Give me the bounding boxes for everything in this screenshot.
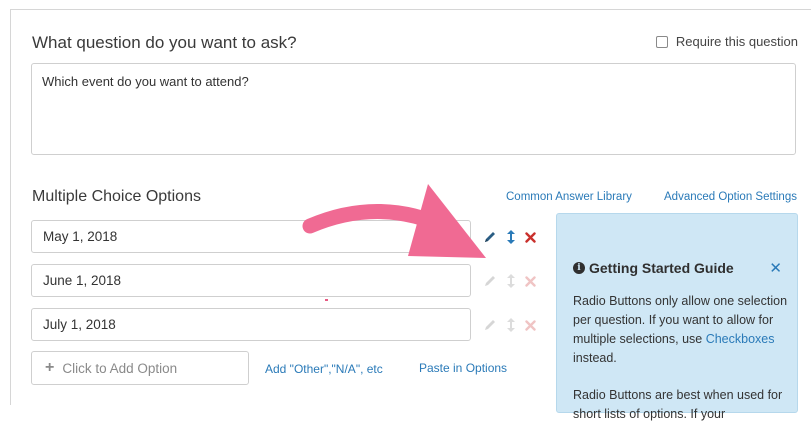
require-checkbox[interactable] — [655, 35, 668, 48]
reorder-icon[interactable] — [506, 273, 516, 289]
reorder-icon[interactable] — [506, 317, 516, 333]
pencil-icon[interactable] — [483, 274, 497, 288]
option-actions-1 — [483, 229, 545, 245]
question-textarea[interactable]: Which event do you want to attend? — [31, 63, 796, 155]
delete-icon[interactable] — [525, 319, 536, 331]
guide-body: Radio Buttons only allow one selection p… — [573, 292, 788, 442]
add-option-button[interactable]: + Click to Add Option — [31, 351, 249, 385]
paste-options-link[interactable]: Paste in Options — [419, 361, 507, 375]
add-option-label: Click to Add Option — [62, 360, 178, 376]
annotation-dot — [325, 299, 328, 301]
guide-paragraph-2: Radio Buttons are best when used for sho… — [573, 388, 783, 421]
require-question-toggle[interactable]: Require this question — [655, 34, 798, 49]
option-input-3[interactable]: July 1, 2018 — [31, 308, 471, 341]
add-other-link[interactable]: Add "Other","N/A", etc — [265, 362, 383, 376]
guide-text: instead. — [573, 351, 617, 365]
guide-paragraph-1: Radio Buttons only allow one selection p… — [573, 292, 788, 368]
options-heading: Multiple Choice Options — [32, 188, 201, 205]
guide-title-text: Getting Started Guide — [589, 260, 734, 276]
common-answer-library-link[interactable]: Common Answer Library — [506, 191, 632, 203]
info-icon: i — [573, 262, 585, 274]
advanced-option-settings-link[interactable]: Advanced Option Settings — [664, 191, 797, 203]
pencil-icon[interactable] — [483, 318, 497, 332]
panel-border-left — [10, 9, 11, 405]
delete-icon[interactable] — [525, 275, 536, 287]
require-label: Require this question — [675, 34, 798, 49]
panel-border-top — [10, 9, 811, 10]
checkboxes-link[interactable]: Checkboxes — [706, 332, 775, 346]
option-input-1[interactable]: May 1, 2018 — [31, 220, 471, 253]
annotation-arrow — [302, 184, 486, 258]
question-label: What question do you want to ask? — [32, 33, 297, 52]
getting-started-guide: i Getting Started Guide ✕ Radio Buttons … — [556, 213, 798, 421]
close-icon[interactable]: ✕ — [769, 259, 782, 277]
delete-icon[interactable] — [525, 231, 536, 243]
option-input-2[interactable]: June 1, 2018 — [31, 264, 471, 297]
option-actions-3 — [483, 317, 545, 333]
option-actions-2 — [483, 273, 545, 289]
pencil-icon[interactable] — [483, 230, 497, 244]
guide-title: i Getting Started Guide — [573, 260, 734, 276]
reorder-icon[interactable] — [506, 229, 516, 245]
plus-icon: + — [45, 359, 55, 376]
